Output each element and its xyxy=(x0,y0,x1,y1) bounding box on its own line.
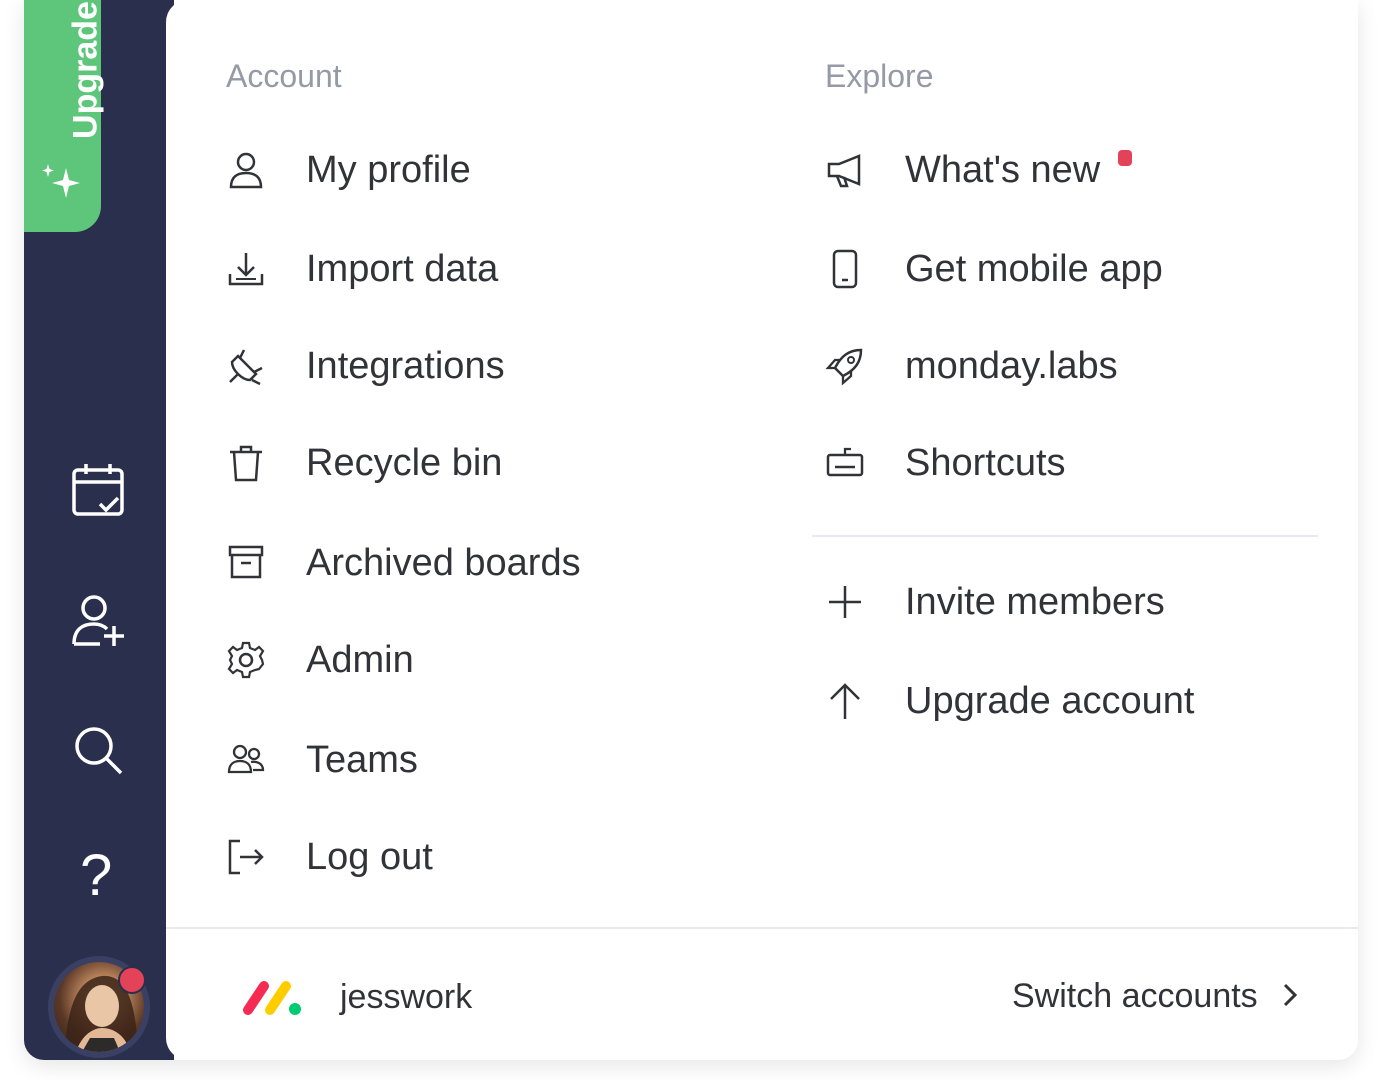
invite-user-icon[interactable] xyxy=(70,594,128,652)
sparkle-icon xyxy=(42,164,80,198)
arrow-up-icon xyxy=(825,681,865,721)
megaphone-icon xyxy=(825,150,865,190)
download-icon xyxy=(226,249,266,289)
menu-item-label: Upgrade account xyxy=(905,679,1195,722)
menu-item-label: Teams xyxy=(306,738,418,781)
account-name: jesswork xyxy=(340,978,473,1016)
menu-item-label: Recycle bin xyxy=(306,441,503,484)
help-icon[interactable]: ? xyxy=(80,846,112,906)
menu-item-label: Shortcuts xyxy=(905,441,1066,484)
menu-item-whats-new[interactable]: What's new xyxy=(825,140,1100,200)
notification-dot xyxy=(118,966,146,994)
help-glyph: ? xyxy=(80,843,113,908)
account-section-title: Account xyxy=(226,58,342,94)
menu-item-monday-labs[interactable]: monday.labs xyxy=(825,336,1118,396)
explore-divider xyxy=(812,535,1318,537)
menu-item-import-data[interactable]: Import data xyxy=(226,239,498,299)
gear-icon xyxy=(226,640,266,680)
menu-item-label: Log out xyxy=(306,835,433,878)
mobile-icon xyxy=(825,249,865,289)
archive-icon xyxy=(226,543,266,583)
footer-divider xyxy=(166,927,1358,929)
plug-icon xyxy=(226,346,266,386)
switch-accounts-button[interactable]: Switch accounts xyxy=(1012,977,1299,1016)
menu-item-label: Get mobile app xyxy=(905,247,1163,290)
search-icon[interactable] xyxy=(72,724,126,778)
upgrade-button[interactable]: Upgrade xyxy=(24,0,105,232)
chevron-right-icon xyxy=(1284,983,1298,1007)
trash-icon xyxy=(226,443,266,483)
logout-icon xyxy=(226,837,266,877)
rocket-icon xyxy=(825,346,865,386)
menu-item-label: What's new xyxy=(905,148,1101,191)
menu-item-my-profile[interactable]: My profile xyxy=(226,140,471,200)
menu-item-label: Invite members xyxy=(905,580,1165,623)
menu-item-teams[interactable]: Teams xyxy=(226,730,418,790)
menu-item-invite-members[interactable]: Invite members xyxy=(825,572,1165,632)
menu-item-label: Archived boards xyxy=(306,541,581,584)
my-work-icon[interactable] xyxy=(70,462,128,520)
teams-icon xyxy=(226,740,266,780)
menu-item-get-mobile-app[interactable]: Get mobile app xyxy=(825,239,1163,299)
menu-item-upgrade-account[interactable]: Upgrade account xyxy=(825,671,1194,731)
upgrade-label: Upgrade xyxy=(66,1,105,139)
keyboard-icon xyxy=(825,443,865,483)
menu-item-label: Import data xyxy=(306,247,499,290)
explore-section-title: Explore xyxy=(825,58,934,94)
menu-item-shortcuts[interactable]: Shortcuts xyxy=(825,433,1066,493)
switch-accounts-label: Switch accounts xyxy=(1012,977,1258,1015)
menu-item-admin[interactable]: Admin xyxy=(226,630,414,690)
menu-item-integrations[interactable]: Integrations xyxy=(226,336,505,396)
menu-item-label: Integrations xyxy=(306,344,505,387)
menu-item-log-out[interactable]: Log out xyxy=(226,827,433,887)
menu-item-label: My profile xyxy=(306,148,471,191)
menu-item-recycle-bin[interactable]: Recycle bin xyxy=(226,433,502,493)
menu-item-archived-boards[interactable]: Archived boards xyxy=(226,533,581,593)
monday-logo-icon xyxy=(243,981,301,1015)
plus-icon xyxy=(825,582,865,622)
menu-item-label: Admin xyxy=(306,638,414,681)
menu-item-label: monday.labs xyxy=(905,344,1118,387)
user-icon xyxy=(226,150,266,190)
new-badge xyxy=(1118,150,1132,166)
